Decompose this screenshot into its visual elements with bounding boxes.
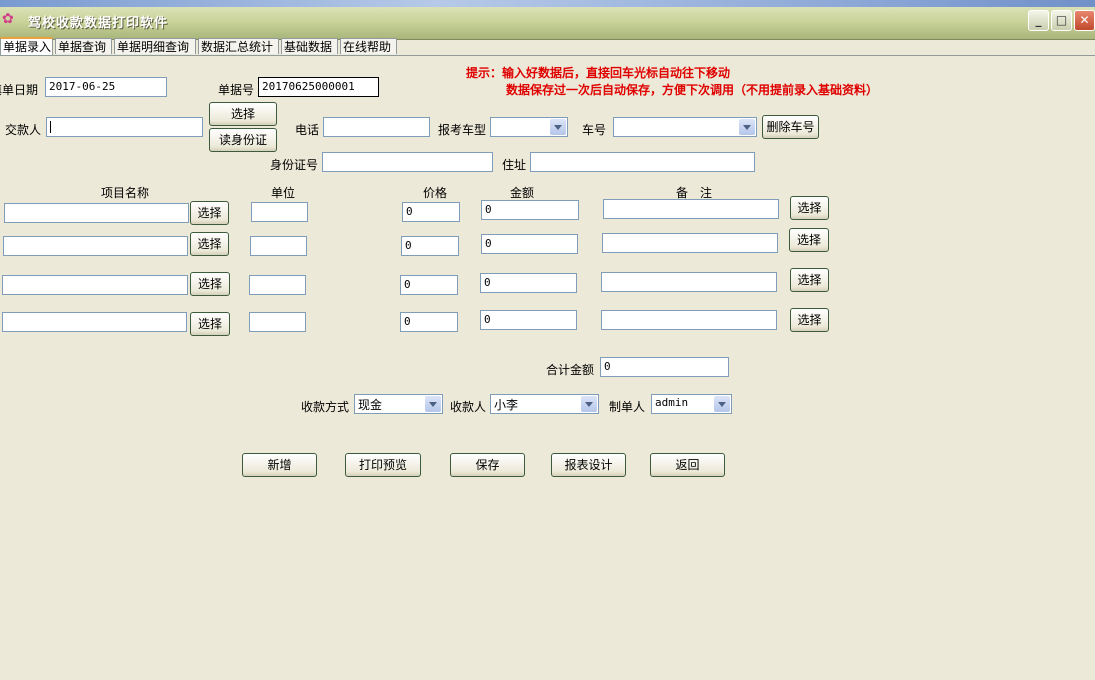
car-no-label: 车号: [582, 123, 607, 137]
header-unit: 单位: [271, 186, 296, 200]
app-icon: ✿: [2, 11, 14, 27]
item-price-field-3[interactable]: 0: [400, 275, 458, 295]
remark-select-button-1[interactable]: 选择: [790, 196, 829, 220]
remark-select-button-2[interactable]: 选择: [789, 228, 829, 252]
close-icon: ✕: [1079, 13, 1090, 27]
id-no-label: 身份证号: [270, 158, 319, 172]
item-amount-field-2[interactable]: 0: [481, 234, 578, 254]
tab-summary-stats[interactable]: 数据汇总统计: [198, 38, 279, 54]
chevron-down-icon[interactable]: [581, 396, 597, 412]
minimize-button[interactable]: _: [1028, 10, 1049, 31]
phone-label: 电话: [295, 123, 320, 137]
item-price-field-1[interactable]: 0: [402, 202, 460, 222]
item-amount-field-3[interactable]: 0: [480, 273, 577, 293]
select-payer-button[interactable]: 选择: [209, 102, 277, 126]
item-price-field-4[interactable]: 0: [400, 312, 458, 332]
hint-line-2: 数据保存过一次后自动保存，方便下次调用（不用提前录入基础资料）: [506, 83, 879, 97]
car-type-label: 报考车型: [438, 123, 487, 137]
tab-receipt-entry[interactable]: 单据录入: [0, 37, 53, 55]
back-button[interactable]: 返回: [650, 453, 725, 477]
maker-label: 制单人: [609, 400, 646, 414]
item-select-button-1[interactable]: 选择: [190, 201, 229, 225]
receipt-no-label: 单据号: [218, 83, 255, 97]
total-label: 合计金额: [546, 363, 595, 377]
minimize-icon: _: [1035, 13, 1042, 27]
item-unit-field-3[interactable]: [249, 275, 306, 295]
item-unit-field-1[interactable]: [251, 202, 308, 222]
item-price-field-2[interactable]: 0: [401, 236, 459, 256]
delete-car-no-button[interactable]: 删除车号: [762, 115, 819, 139]
payer-field[interactable]: [46, 117, 203, 137]
item-unit-field-2[interactable]: [250, 236, 307, 256]
new-button[interactable]: 新增: [242, 453, 317, 477]
remark-select-button-4[interactable]: 选择: [790, 308, 829, 332]
item-remark-field-4[interactable]: [601, 310, 777, 330]
title-bar[interactable]: ✿ 驾校收款数据打印软件 _ □ ✕: [0, 0, 1095, 40]
chevron-down-icon[interactable]: [714, 396, 730, 412]
tab-base-data[interactable]: 基础数据: [281, 38, 338, 54]
car-no-select[interactable]: [613, 117, 757, 137]
maximize-icon: □: [1055, 13, 1068, 27]
tab-divider: [0, 55, 1095, 56]
tab-online-help[interactable]: 在线帮助: [340, 38, 397, 54]
close-button[interactable]: ✕: [1074, 10, 1095, 31]
item-select-button-2[interactable]: 选择: [190, 232, 229, 256]
window-title: 驾校收款数据打印软件: [28, 16, 169, 31]
payment-method-select[interactable]: 现金: [354, 394, 443, 414]
report-design-button[interactable]: 报表设计: [551, 453, 626, 477]
date-label: 填单日期: [0, 83, 39, 97]
item-unit-field-4[interactable]: [249, 312, 306, 332]
hint-line-1: 提示：输入好数据后，直接回车光标自动往下移动: [466, 66, 731, 80]
item-name-field-4[interactable]: [2, 312, 187, 332]
item-amount-field-1[interactable]: 0: [481, 200, 579, 220]
item-name-field-1[interactable]: [4, 203, 189, 223]
chevron-down-icon[interactable]: [739, 119, 755, 135]
id-no-field[interactable]: [322, 152, 493, 172]
print-preview-button[interactable]: 打印预览: [345, 453, 421, 477]
maximize-button[interactable]: □: [1051, 10, 1072, 31]
text-cursor: [50, 121, 51, 133]
item-remark-field-1[interactable]: [603, 199, 779, 219]
save-button[interactable]: 保存: [450, 453, 525, 477]
receipt-no-field[interactable]: 20170625000001: [258, 77, 379, 97]
collector-select[interactable]: 小李: [490, 394, 599, 414]
tab-receipt-query[interactable]: 单据查询: [55, 38, 112, 54]
collector-label: 收款人: [450, 400, 487, 414]
payer-label: 交款人: [5, 123, 42, 137]
total-amount-field[interactable]: 0: [600, 357, 729, 377]
read-id-card-button[interactable]: 读身份证: [209, 128, 277, 152]
chevron-down-icon[interactable]: [550, 119, 566, 135]
header-price: 价格: [423, 186, 448, 200]
item-remark-field-2[interactable]: [602, 233, 778, 253]
item-amount-field-4[interactable]: 0: [480, 310, 577, 330]
header-item-name: 项目名称: [101, 186, 150, 200]
date-field[interactable]: 2017-06-25: [45, 77, 167, 97]
car-type-select[interactable]: [490, 117, 568, 137]
item-name-field-2[interactable]: [3, 236, 188, 256]
tab-detail-query[interactable]: 单据明细查询: [114, 38, 196, 54]
maker-select[interactable]: admin: [651, 394, 732, 414]
item-select-button-3[interactable]: 选择: [190, 272, 230, 296]
payment-method-label: 收款方式: [301, 400, 350, 414]
header-amount: 金额: [510, 186, 535, 200]
address-label: 住址: [502, 158, 527, 172]
phone-field[interactable]: [323, 117, 430, 137]
item-name-field-3[interactable]: [2, 275, 188, 295]
taskbar-strip: [0, 0, 1095, 7]
item-remark-field-3[interactable]: [601, 272, 777, 292]
chevron-down-icon[interactable]: [425, 396, 441, 412]
item-select-button-4[interactable]: 选择: [190, 312, 230, 336]
address-field[interactable]: [530, 152, 755, 172]
remark-select-button-3[interactable]: 选择: [790, 268, 829, 292]
